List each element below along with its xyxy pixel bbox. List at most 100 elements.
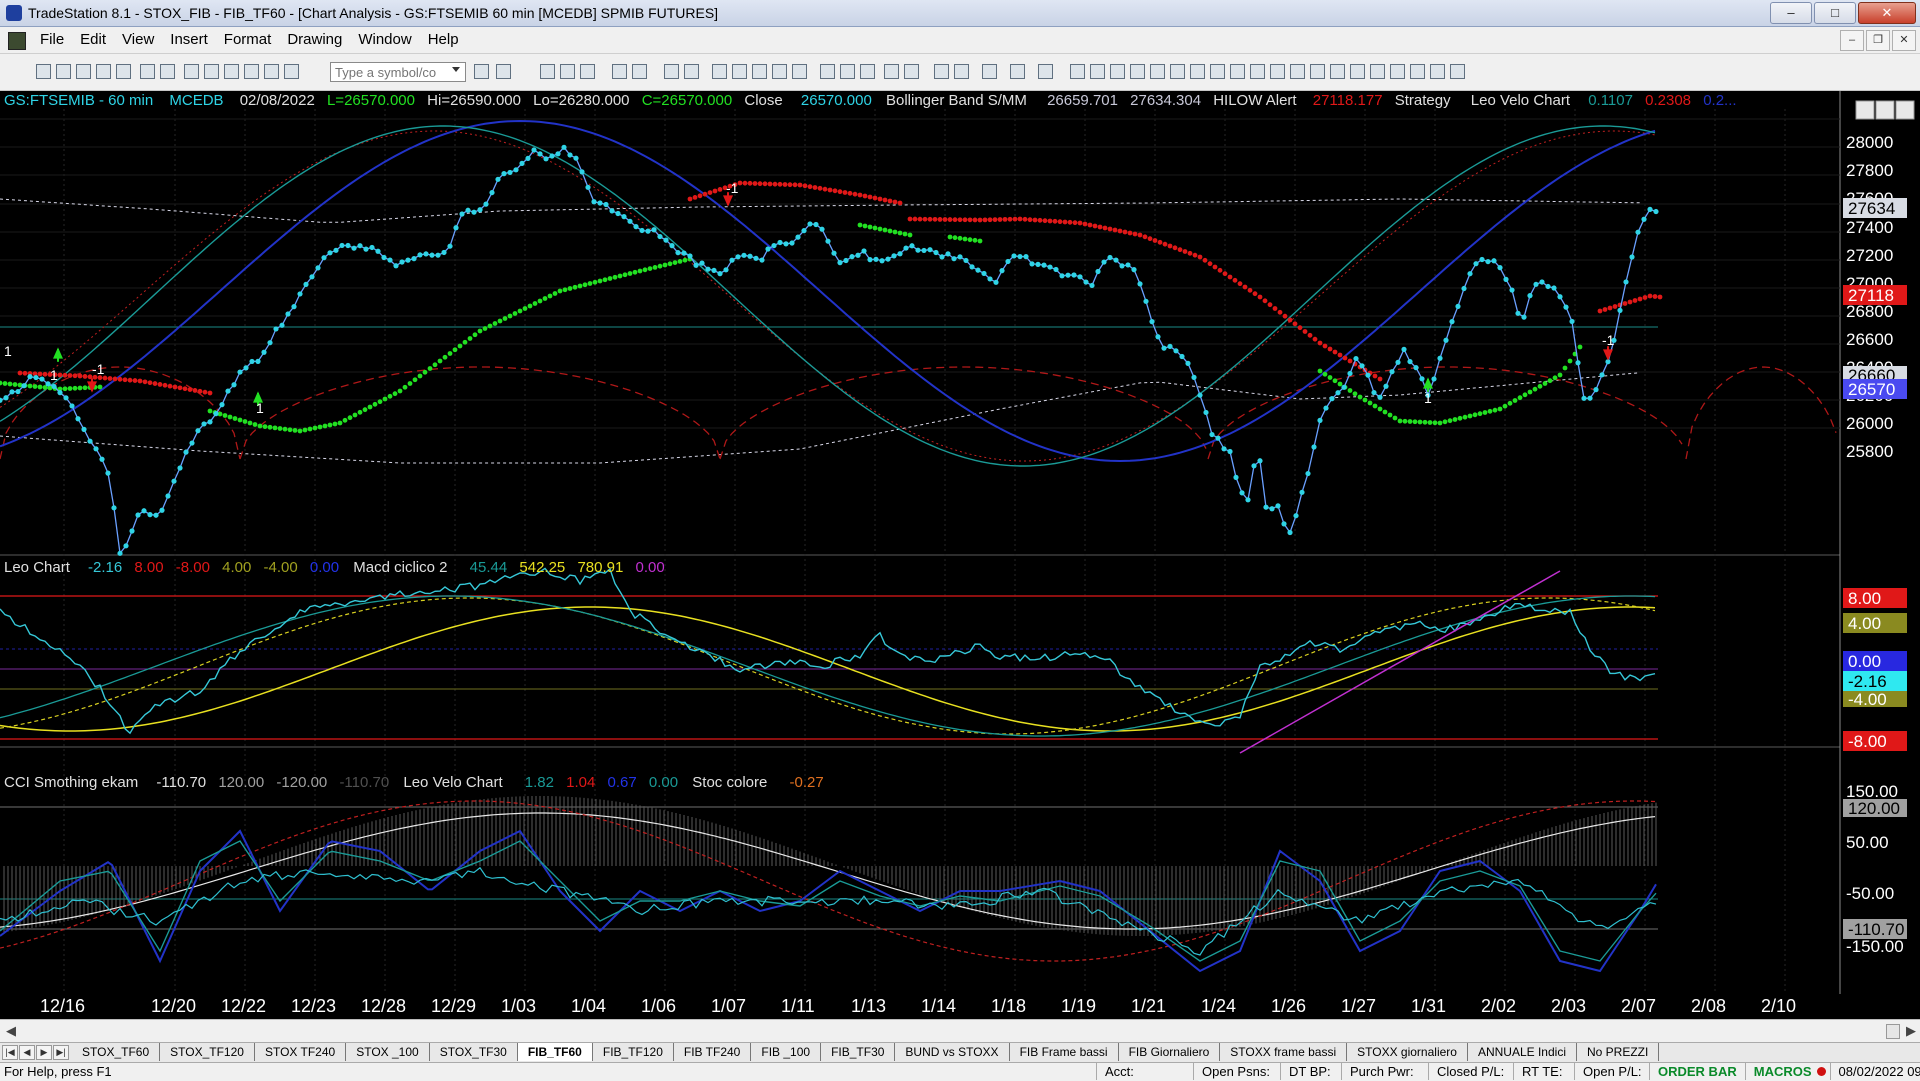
menu-edit[interactable]: Edit bbox=[72, 27, 114, 53]
status-macros[interactable]: MACROS bbox=[1744, 1063, 1830, 1080]
menu-file[interactable]: File bbox=[32, 27, 72, 53]
chart-document-icon[interactable] bbox=[8, 32, 26, 50]
scroll-icon[interactable] bbox=[860, 64, 875, 79]
arrow-up-icon[interactable] bbox=[1390, 64, 1405, 79]
time-icon[interactable] bbox=[792, 64, 807, 79]
scanner-icon[interactable] bbox=[732, 64, 747, 79]
pointer-icon[interactable] bbox=[934, 64, 949, 79]
candle-icon[interactable] bbox=[752, 64, 767, 79]
print-icon[interactable] bbox=[140, 64, 155, 79]
refresh-icon[interactable] bbox=[684, 64, 699, 79]
menu-window[interactable]: Window bbox=[350, 27, 419, 53]
tab-fib-tf120[interactable]: FIB_TF120 bbox=[592, 1043, 674, 1061]
chart-svg[interactable]: GS:FTSEMIB - 60 min MCEDB 02/08/2022 L=2… bbox=[0, 91, 1920, 1019]
maximize-button[interactable]: □ bbox=[1814, 2, 1856, 24]
price-panel-bg[interactable] bbox=[0, 91, 1840, 554]
tab-stox-tf30[interactable]: STOX_TF30 bbox=[429, 1043, 518, 1061]
table-icon[interactable] bbox=[580, 64, 595, 79]
tab-stox-100[interactable]: STOX _100 bbox=[346, 1043, 430, 1061]
fibonacci-icon[interactable] bbox=[1090, 64, 1105, 79]
tab-annuale-indici[interactable]: ANNUALE Indici bbox=[1467, 1043, 1577, 1061]
chart-analysis-window[interactable]: GS:FTSEMIB - 60 min MCEDB 02/08/2022 L=2… bbox=[0, 91, 1920, 1019]
volume-icon[interactable] bbox=[772, 64, 787, 79]
tab-fib-tf30[interactable]: FIB_TF30 bbox=[821, 1043, 896, 1061]
tab-next-icon[interactable]: ▶ bbox=[36, 1045, 52, 1060]
scroll-right-icon[interactable]: ▶ bbox=[1906, 1023, 1916, 1039]
channel-icon[interactable] bbox=[1190, 64, 1205, 79]
arrow-left-right-icon[interactable] bbox=[1250, 64, 1265, 79]
pen-icon[interactable] bbox=[1330, 64, 1345, 79]
tab-last-icon[interactable]: ▶| bbox=[53, 1045, 69, 1060]
color-palette-icon[interactable] bbox=[284, 64, 299, 79]
tab-fib-100[interactable]: FIB _100 bbox=[751, 1043, 822, 1061]
menu-help[interactable]: Help bbox=[420, 27, 467, 53]
tab-stoxx-giornaliero[interactable]: STOXX giornaliero bbox=[1347, 1043, 1468, 1061]
data-tips-icon[interactable] bbox=[954, 64, 969, 79]
zoom-out-icon[interactable] bbox=[904, 64, 919, 79]
mdi-minimize-button[interactable]: – bbox=[1840, 30, 1864, 51]
chart-close-icon[interactable] bbox=[1895, 100, 1915, 120]
chart-restore-icon[interactable] bbox=[1875, 100, 1895, 120]
date-axis[interactable]: 12/16 12/20 12/22 12/23 12/28 12/29 1/03 1/04 1/… bbox=[0, 994, 1840, 1019]
globe-icon[interactable] bbox=[264, 64, 279, 79]
tab-prev-icon[interactable]: ◀ bbox=[19, 1045, 35, 1060]
chart-window-icon[interactable] bbox=[204, 64, 219, 79]
open-icon[interactable] bbox=[56, 64, 71, 79]
attach-icon[interactable] bbox=[244, 64, 259, 79]
leo-panel-bg[interactable] bbox=[0, 556, 1840, 746]
lock-icon[interactable] bbox=[224, 64, 239, 79]
symbol-lookup-icon[interactable] bbox=[496, 64, 511, 79]
symbol-dropdown-icon[interactable] bbox=[452, 67, 460, 72]
trendline-icon[interactable] bbox=[1070, 64, 1085, 79]
leo-axis[interactable]: 8.00 4.00 0.00 -2.16 -4.00 -8.00 bbox=[1843, 588, 1907, 751]
open-workspace-icon[interactable] bbox=[76, 64, 91, 79]
tab-stox-tf60[interactable]: STOX_TF60 bbox=[72, 1043, 161, 1061]
tab-fib-tf240[interactable]: FIB TF240 bbox=[673, 1043, 752, 1061]
menu-insert[interactable]: Insert bbox=[162, 27, 216, 53]
indicator-icon[interactable] bbox=[612, 64, 627, 79]
regression-icon[interactable] bbox=[1210, 64, 1225, 79]
go-arrow-icon[interactable] bbox=[474, 64, 489, 79]
rectangle-icon[interactable] bbox=[1430, 64, 1445, 79]
link-window-icon[interactable] bbox=[184, 64, 199, 79]
status-order-bar[interactable]: ORDER BAR bbox=[1649, 1063, 1745, 1080]
horizontal-lines-icon[interactable] bbox=[1110, 64, 1125, 79]
close-workspace-icon[interactable] bbox=[96, 64, 111, 79]
format-symbol-icon[interactable] bbox=[664, 64, 679, 79]
freehand-icon[interactable] bbox=[1310, 64, 1325, 79]
mdi-restore-button[interactable]: ❐ bbox=[1866, 30, 1890, 51]
price-axis[interactable]: 28000 27800 27600 27400 27200 27000 2680… bbox=[1843, 100, 1915, 461]
fan-icon[interactable] bbox=[1150, 64, 1165, 79]
save-icon[interactable] bbox=[116, 64, 131, 79]
tab-stox-tf120[interactable]: STOX_TF120 bbox=[160, 1043, 255, 1061]
cci-axis[interactable]: 150.00 120.00 50.00 -50.00 -110.70 -150.… bbox=[1843, 782, 1907, 956]
pencil-icon[interactable] bbox=[1350, 64, 1365, 79]
parallel-lines-icon[interactable] bbox=[1270, 64, 1285, 79]
new-icon[interactable] bbox=[36, 64, 51, 79]
snap-icon[interactable] bbox=[1010, 64, 1025, 79]
horizontal-scrollbar[interactable]: ◀ ▶ bbox=[0, 1019, 1920, 1042]
zoom-in-icon[interactable] bbox=[884, 64, 899, 79]
tools-icon[interactable] bbox=[982, 64, 997, 79]
tab-no-prezzi[interactable]: No PREZZI bbox=[1576, 1043, 1660, 1061]
tab-bund-vs-stoxx[interactable]: BUND vs STOXX bbox=[895, 1043, 1010, 1061]
speed-line-icon[interactable] bbox=[1170, 64, 1185, 79]
text-icon[interactable] bbox=[1038, 64, 1053, 79]
strategy-icon[interactable] bbox=[632, 64, 647, 79]
grid-icon[interactable] bbox=[560, 64, 575, 79]
chart-minimize-icon[interactable] bbox=[1855, 100, 1875, 120]
retracement-icon[interactable] bbox=[1130, 64, 1145, 79]
radar-icon[interactable] bbox=[712, 64, 727, 79]
tab-fib-frame-bassi[interactable]: FIB Frame bassi bbox=[1009, 1043, 1119, 1061]
symbol-input[interactable] bbox=[330, 62, 466, 82]
arc-icon[interactable] bbox=[1290, 64, 1305, 79]
tab-fib-tf60[interactable]: FIB_TF60 bbox=[517, 1043, 593, 1061]
tab-stox-tf240[interactable]: STOX TF240 bbox=[254, 1043, 347, 1061]
menu-format[interactable]: Format bbox=[216, 27, 280, 53]
menu-view[interactable]: View bbox=[114, 27, 162, 53]
mdi-close-button[interactable]: ✕ bbox=[1892, 30, 1916, 51]
arrow-down-icon[interactable] bbox=[1370, 64, 1385, 79]
compress-icon[interactable] bbox=[820, 64, 835, 79]
menu-drawing[interactable]: Drawing bbox=[279, 27, 350, 53]
tab-first-icon[interactable]: |◀ bbox=[2, 1045, 18, 1060]
